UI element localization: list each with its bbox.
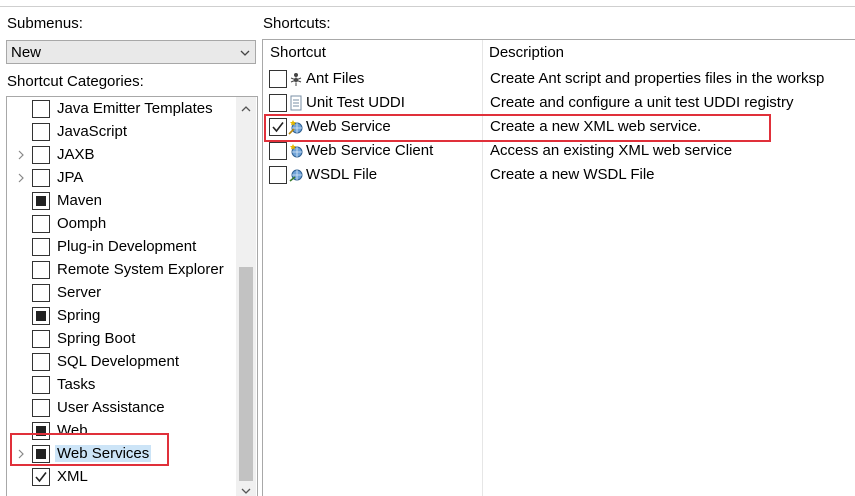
- shortcut-checkbox[interactable]: [269, 70, 287, 88]
- ant-icon: [288, 71, 304, 87]
- category-label: Oomph: [57, 215, 107, 232]
- shortcut-categories-label: Shortcut Categories:: [7, 73, 144, 90]
- category-label: SQL Development: [57, 353, 180, 370]
- column-header-shortcut[interactable]: Shortcut: [270, 44, 326, 61]
- submenus-dropdown[interactable]: New: [6, 40, 256, 64]
- shortcut-description: Access an existing XML web service: [490, 142, 733, 159]
- shortcut-row[interactable]: Unit Test UDDI Create and configure a uni…: [263, 91, 855, 115]
- category-checkbox[interactable]: [32, 146, 50, 164]
- category-checkbox[interactable]: [32, 261, 50, 279]
- wsdl-file-icon: [288, 167, 304, 183]
- category-item[interactable]: Tasks: [7, 374, 239, 397]
- category-label: Server: [57, 284, 102, 301]
- category-checkbox[interactable]: [32, 238, 50, 256]
- shortcut-name: WSDL File: [306, 166, 378, 183]
- category-checkbox[interactable]: [32, 376, 50, 394]
- web-service-client-icon: [288, 143, 304, 159]
- category-label: XML: [57, 468, 88, 485]
- category-item[interactable]: Java Emitter Templates: [7, 98, 239, 121]
- submenus-selected-value: New: [11, 44, 42, 61]
- check-mark-icon: [35, 472, 47, 483]
- shortcuts-label: Shortcuts:: [263, 15, 331, 32]
- category-checkbox[interactable]: [32, 353, 50, 371]
- category-item[interactable]: Maven: [7, 190, 239, 213]
- category-label: Spring Boot: [57, 330, 136, 347]
- categories-scrollbar-thumb[interactable]: [239, 267, 253, 481]
- chevron-down-icon: [240, 50, 250, 56]
- category-checkbox[interactable]: [32, 123, 50, 141]
- category-label: JavaScript: [57, 123, 128, 140]
- category-checkbox[interactable]: [32, 330, 50, 348]
- top-divider: [0, 6, 855, 7]
- category-item[interactable]: Spring: [7, 305, 239, 328]
- shortcut-row[interactable]: Ant Files Create Ant script and propertie…: [263, 67, 855, 91]
- shortcut-checkbox[interactable]: [269, 166, 287, 184]
- chevron-right-icon[interactable]: [17, 150, 25, 160]
- category-checkbox[interactable]: [32, 307, 50, 325]
- category-item[interactable]: User Assistance: [7, 397, 239, 420]
- category-checkbox[interactable]: [32, 468, 50, 486]
- highlight-web-services-category: [10, 433, 169, 466]
- category-label: Plug-in Development: [57, 238, 197, 255]
- category-checkbox[interactable]: [32, 100, 50, 118]
- category-checkbox[interactable]: [32, 192, 50, 210]
- category-label: User Assistance: [57, 399, 165, 416]
- category-checkbox[interactable]: [32, 215, 50, 233]
- shortcut-description: Create a new WSDL File: [490, 166, 655, 183]
- shortcut-checkbox[interactable]: [269, 142, 287, 160]
- category-label: Tasks: [57, 376, 96, 393]
- shortcut-row[interactable]: WSDL File Create a new WSDL File: [263, 163, 855, 187]
- category-checkbox[interactable]: [32, 169, 50, 187]
- category-item[interactable]: JPA: [7, 167, 239, 190]
- chevron-right-icon[interactable]: [17, 173, 25, 183]
- column-divider: [482, 40, 483, 496]
- scroll-down-arrow-icon[interactable]: [241, 487, 251, 495]
- highlight-web-service-row: [264, 114, 771, 142]
- category-item[interactable]: Oomph: [7, 213, 239, 236]
- category-label: Java Emitter Templates: [57, 100, 213, 117]
- document-icon: [288, 95, 304, 111]
- category-item[interactable]: Spring Boot: [7, 328, 239, 351]
- category-item[interactable]: JAXB: [7, 144, 239, 167]
- category-item[interactable]: JavaScript: [7, 121, 239, 144]
- column-header-description[interactable]: Description: [489, 44, 564, 61]
- category-checkbox[interactable]: [32, 399, 50, 417]
- shortcut-name: Ant Files: [306, 70, 365, 87]
- shortcut-checkbox[interactable]: [269, 94, 287, 112]
- category-label: JAXB: [57, 146, 95, 163]
- shortcut-description: Create and configure a unit test UDDI re…: [490, 94, 794, 111]
- category-item[interactable]: Plug-in Development: [7, 236, 239, 259]
- shortcut-row[interactable]: Web Service Client Access an existing XML…: [263, 139, 855, 163]
- shortcut-name: Web Service Client: [306, 142, 434, 159]
- shortcut-name: Unit Test UDDI: [306, 94, 405, 111]
- categories-scrollbar[interactable]: [236, 97, 256, 496]
- category-checkbox[interactable]: [32, 284, 50, 302]
- shortcut-description: Create Ant script and properties files i…: [490, 70, 825, 87]
- category-item[interactable]: SQL Development: [7, 351, 239, 374]
- submenus-label: Submenus:: [7, 15, 83, 32]
- category-label: Maven: [57, 192, 103, 209]
- shortcuts-table[interactable]: Shortcut Description Ant Files Create Ant…: [262, 39, 855, 496]
- scroll-up-arrow-icon[interactable]: [241, 105, 251, 113]
- category-item[interactable]: Remote System Explorer: [7, 259, 239, 282]
- category-item[interactable]: Server: [7, 282, 239, 305]
- category-label: Spring: [57, 307, 101, 324]
- partial-check-mark: [36, 311, 46, 321]
- partial-check-mark: [36, 196, 46, 206]
- category-label: JPA: [57, 169, 84, 186]
- category-label: Remote System Explorer: [57, 261, 224, 278]
- category-item[interactable]: XML: [7, 466, 239, 489]
